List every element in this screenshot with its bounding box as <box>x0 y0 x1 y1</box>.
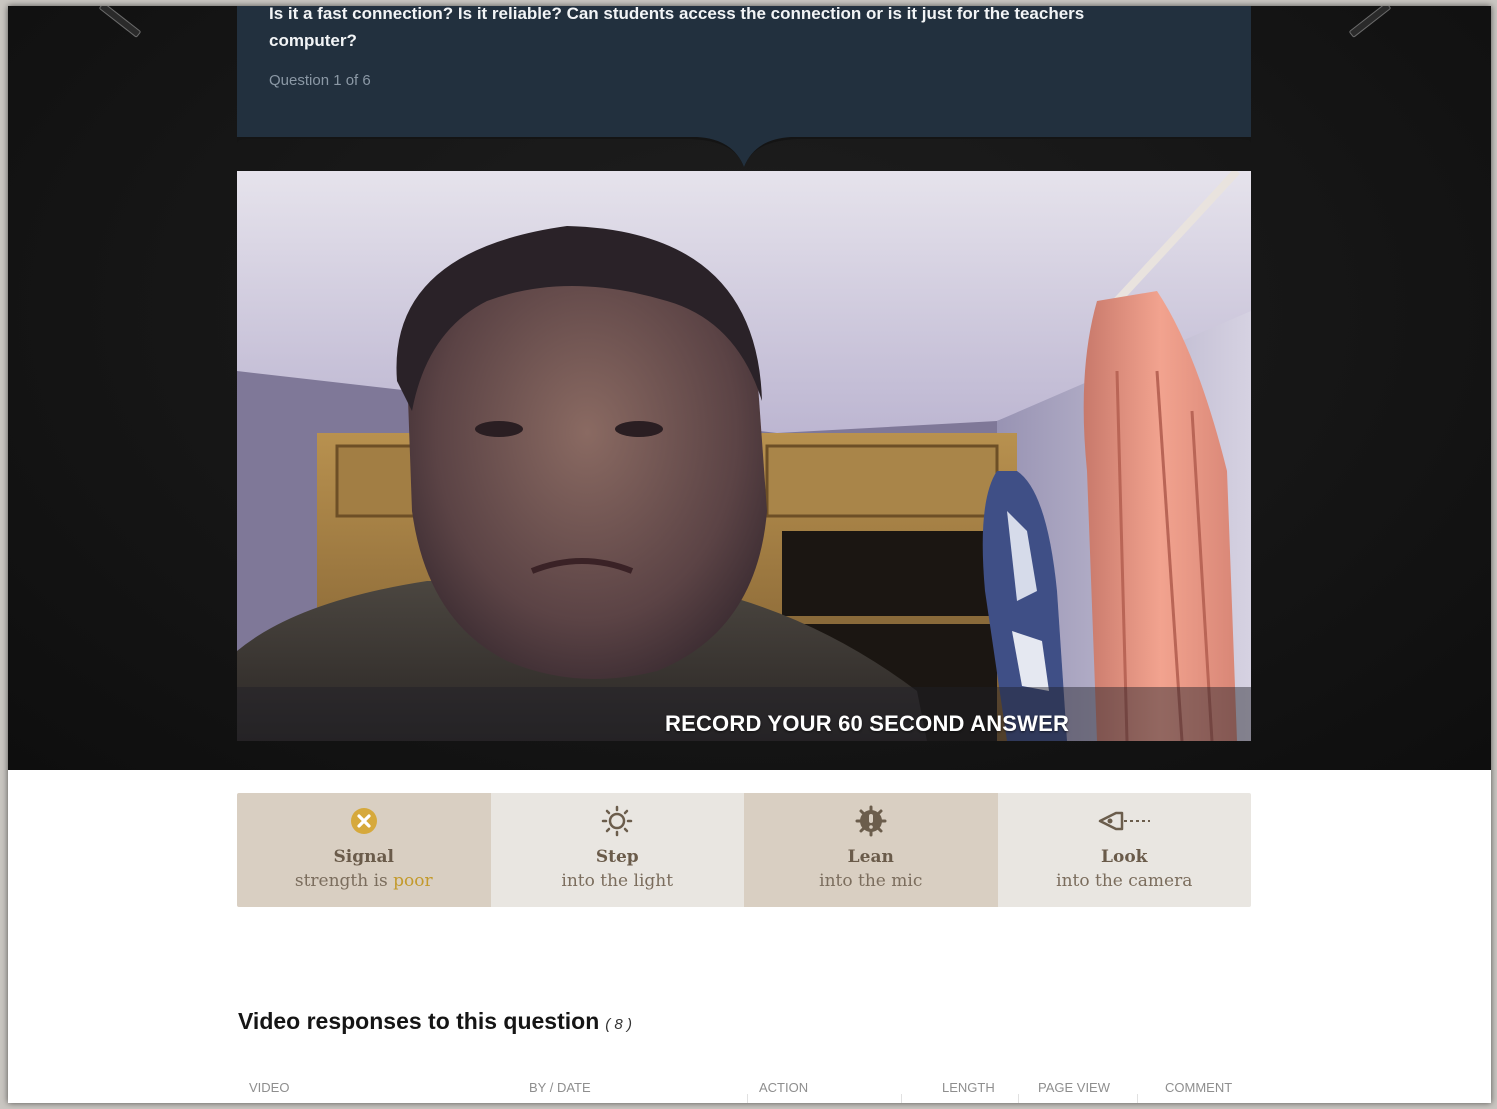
corner-decoration <box>1348 6 1392 38</box>
recording-stage: Is it a fast connection? Is it reliable?… <box>8 6 1491 770</box>
tip-title: Lean <box>847 847 894 867</box>
signal-status: poor <box>393 871 433 891</box>
webcam-feed-image <box>237 171 1251 741</box>
recording-tips-bar: Signal strength is poor Step into the li… <box>237 793 1251 907</box>
tip-light: Step into the light <box>490 793 744 907</box>
tip-subtitle: into the camera <box>1056 871 1193 891</box>
app-frame: Is it a fast connection? Is it reliable?… <box>8 6 1491 1103</box>
tip-title: Signal <box>333 847 394 867</box>
responses-heading: Video responses to this question ( 8 ) <box>238 1008 632 1035</box>
sun-icon <box>600 805 634 837</box>
question-counter: Question 1 of 6 <box>269 72 371 89</box>
responses-table-header: VIDEO BY / DATE ACTION LENGTH PAGE VIEW … <box>237 1072 1251 1103</box>
column-header-action[interactable]: ACTION <box>759 1080 808 1095</box>
column-header-by-date[interactable]: BY / DATE <box>529 1080 591 1095</box>
question-pointer <box>237 137 1251 167</box>
tip-signal: Signal strength is poor <box>237 793 491 907</box>
corner-decoration <box>98 6 142 38</box>
column-header-comment[interactable]: COMMENT <box>1165 1080 1232 1095</box>
column-divider <box>901 1094 902 1103</box>
webcam-preview[interactable]: RECORD YOUR 60 SECOND ANSWER <box>237 171 1251 741</box>
tip-subtitle: strength is poor <box>295 871 433 891</box>
tip-camera: Look into the camera <box>997 793 1251 907</box>
column-divider <box>1137 1094 1138 1103</box>
responses-heading-text: Video responses to this question <box>238 1008 600 1034</box>
question-text: Is it a fast connection? Is it reliable?… <box>269 6 1085 50</box>
tip-title: Look <box>1101 847 1148 867</box>
column-divider <box>1018 1094 1019 1103</box>
column-header-length[interactable]: LENGTH <box>942 1080 995 1095</box>
x-circle-icon <box>348 805 380 837</box>
column-header-video[interactable]: VIDEO <box>249 1080 289 1095</box>
column-header-page-view[interactable]: PAGE VIEW <box>1038 1080 1110 1095</box>
tip-mic: Lean into the mic <box>744 793 998 907</box>
tip-subtitle: into the light <box>561 871 674 891</box>
responses-count: ( 8 ) <box>605 1016 632 1033</box>
content-area: Signal strength is poor Step into the li… <box>8 770 1491 1103</box>
tip-subtitle: into the mic <box>819 871 923 891</box>
record-answer-label[interactable]: RECORD YOUR 60 SECOND ANSWER <box>665 711 1069 737</box>
column-divider <box>747 1094 748 1103</box>
tip-title: Step <box>595 847 639 867</box>
question-panel: Is it a fast connection? Is it reliable?… <box>237 6 1251 137</box>
tip-subtitle-prefix: strength is <box>294 871 394 891</box>
camera-icon <box>1096 805 1152 837</box>
microphone-icon <box>855 805 887 837</box>
